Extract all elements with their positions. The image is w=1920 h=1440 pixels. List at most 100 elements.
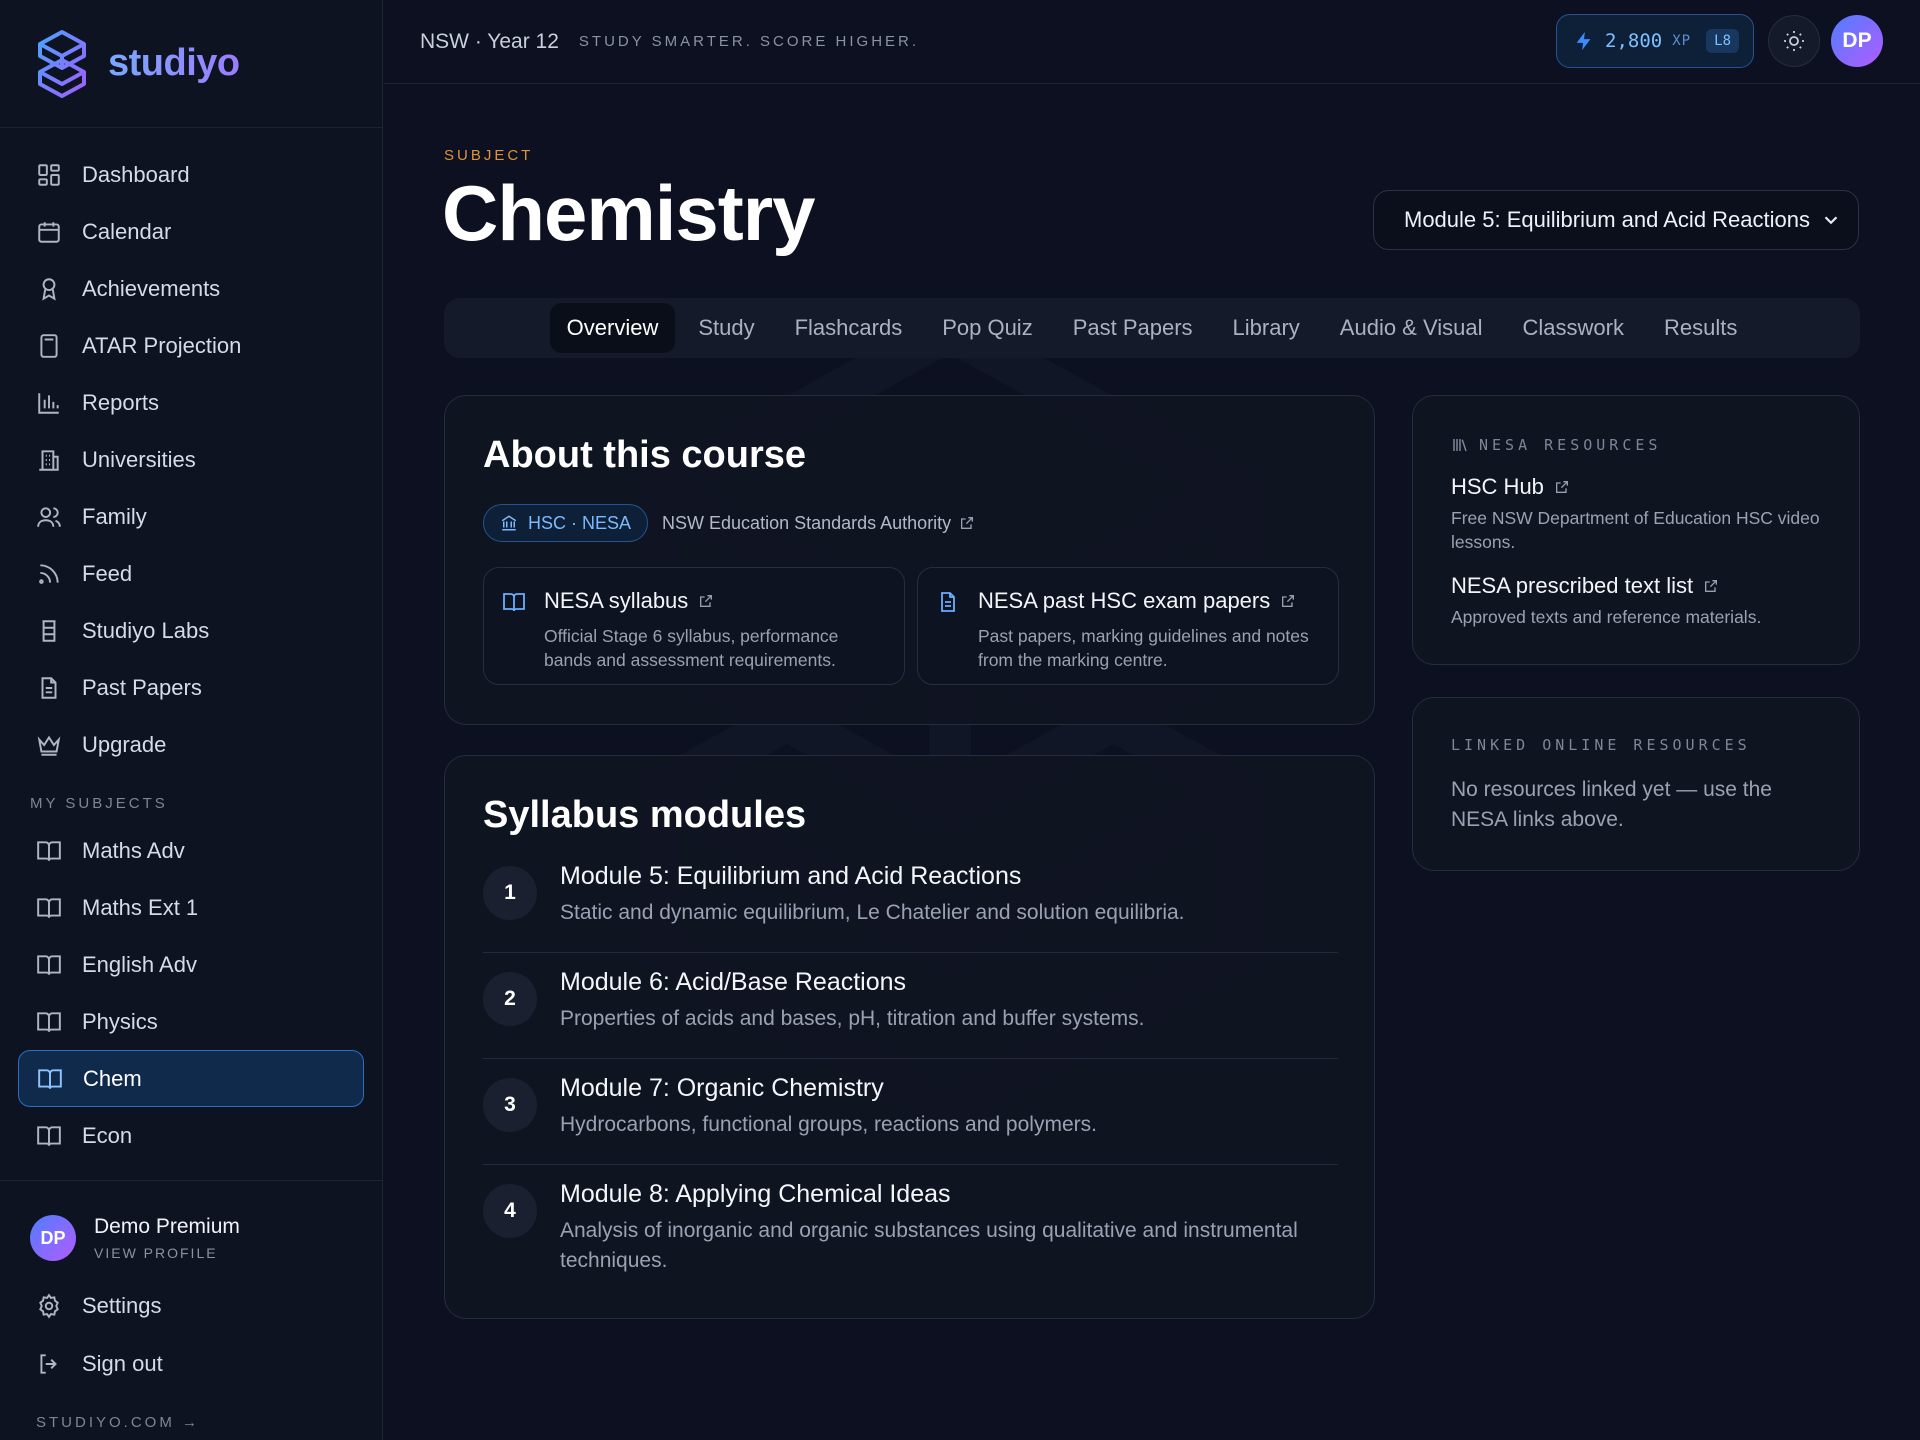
page-title: Chemistry	[442, 169, 815, 257]
tagline: STUDY SMARTER. SCORE HIGHER.	[578, 33, 920, 50]
sidebar: studiyo Dashboard Calendar Achievements …	[0, 0, 383, 1440]
book-open-icon	[503, 593, 525, 612]
rss-icon	[39, 563, 59, 584]
module-number: 1	[483, 866, 537, 920]
tab-audio-visual[interactable]: Audio & Visual	[1323, 303, 1500, 353]
sidebar-item-reports[interactable]: Reports	[18, 374, 364, 431]
sidebar-item-label: Studiyo Labs	[82, 617, 210, 643]
module-desc: Hydrocarbons, functional groups, reactio…	[560, 1113, 1097, 1136]
link-desc: Free NSW Department of Education HSC vid…	[1451, 508, 1820, 552]
link-title-text: NESA prescribed text list	[1451, 573, 1694, 598]
syllabus-modules-card: Syllabus modules 1 Module 5: Equilibrium…	[444, 755, 1375, 1319]
studiyo-logo-icon	[36, 29, 88, 99]
linked-resources-empty: No resources linked yet — use the NESA l…	[1451, 778, 1772, 831]
course-tags: HSC · NESA NSW Education Standards Autho…	[483, 504, 975, 542]
sidebar-item-dashboard[interactable]: Dashboard	[18, 146, 364, 203]
resource-title-text: NESA syllabus	[544, 588, 689, 613]
sidebar-item-label: Reports	[82, 389, 160, 415]
link-title: NESA prescribed text list	[1451, 573, 1831, 599]
about-course-card: About this course HSC · NESA NSW Educati…	[444, 395, 1375, 725]
users-icon	[37, 506, 61, 527]
nesa-resources-heading: NESA RESOURCES	[1451, 436, 1661, 454]
sidebar-subject-physics[interactable]: Physics	[18, 993, 364, 1050]
module-select[interactable]: Module 5: Equilibrium and Acid Reactions	[1373, 190, 1859, 250]
xp-badge[interactable]: 2,800 XP L8	[1556, 14, 1754, 68]
tab-library[interactable]: Library	[1216, 303, 1317, 353]
sidebar-subject-econ[interactable]: Econ	[18, 1107, 364, 1164]
settings-link[interactable]: Settings	[0, 1277, 382, 1335]
authority-link[interactable]: NSW Education Standards Authority	[662, 513, 975, 534]
site-link[interactable]: STUDIYO.COM →	[36, 1414, 200, 1431]
theme-toggle-button[interactable]	[1768, 15, 1820, 67]
module-number: 2	[483, 972, 537, 1026]
tab-pop-quiz[interactable]: Pop Quiz	[925, 303, 1050, 353]
resource-title: NESA past HSC exam papers	[978, 588, 1296, 614]
book-open-icon	[37, 1125, 61, 1146]
external-link-icon	[961, 517, 974, 529]
subject-tabs: Overview Study Flashcards Pop Quiz Past …	[444, 298, 1860, 358]
module-number: 4	[483, 1184, 537, 1238]
sidebar-item-atar-projection[interactable]: ATAR Projection	[18, 317, 364, 374]
modules-title: Syllabus modules	[483, 794, 807, 836]
nesa-text-list-link[interactable]: NESA prescribed text list Approved texts…	[1451, 573, 1831, 629]
sidebar-item-family[interactable]: Family	[18, 488, 364, 545]
book-open-icon	[37, 1011, 61, 1032]
external-link-icon	[1282, 595, 1295, 607]
sidebar-item-achievements[interactable]: Achievements	[18, 260, 364, 317]
sidebar-item-label: English Adv	[82, 951, 197, 977]
book-open-icon	[37, 954, 61, 975]
sidebar-item-label: Calendar	[82, 218, 172, 244]
module-divider	[483, 952, 1338, 953]
sidebar-item-calendar[interactable]: Calendar	[18, 203, 364, 260]
module-divider	[483, 1058, 1338, 1059]
link-title: HSC Hub	[1451, 474, 1831, 500]
tab-results[interactable]: Results	[1647, 303, 1754, 353]
sidebar-item-label: ATAR Projection	[82, 332, 242, 358]
sidebar-subject-chem[interactable]: Chem	[18, 1050, 364, 1107]
book-open-icon	[38, 1068, 62, 1089]
sidebar-item-universities[interactable]: Universities	[18, 431, 364, 488]
module-title: Module 5: Equilibrium and Acid Reactions	[560, 862, 1022, 890]
sidebar-item-feed[interactable]: Feed	[18, 545, 364, 602]
book-open-icon	[37, 897, 61, 918]
xp-unit: XP	[1672, 33, 1692, 49]
tab-past-papers[interactable]: Past Papers	[1056, 303, 1210, 353]
institution-icon	[501, 515, 517, 531]
sidebar-item-studiyo-labs[interactable]: Studiyo Labs	[18, 602, 364, 659]
tab-overview[interactable]: Overview	[549, 303, 676, 353]
sidebar-subject-maths-adv[interactable]: Maths Adv	[18, 822, 364, 879]
linked-resources-label: LINKED ONLINE RESOURCES	[1451, 736, 1751, 754]
module-title: Module 8: Applying Chemical Ideas	[560, 1180, 951, 1208]
sign-out-button[interactable]: Sign out	[0, 1335, 382, 1393]
sidebar-item-label: Feed	[82, 560, 133, 586]
sign-out-label: Sign out	[82, 1351, 163, 1376]
bar-chart-icon	[38, 392, 59, 414]
brand[interactable]: studiyo	[0, 0, 382, 128]
nesa-resources-card: NESA RESOURCES HSC Hub Free NSW Departme…	[1412, 395, 1860, 665]
sidebar-subject-maths-ext-1[interactable]: Maths Ext 1	[18, 879, 364, 936]
sidebar-item-past-papers[interactable]: Past Papers	[18, 659, 364, 716]
sidebar-footer: DP Demo Premium VIEW PROFILE Settings Si…	[0, 1180, 382, 1393]
nesa-past-papers-link[interactable]: NESA past HSC exam papers Past papers, m…	[917, 567, 1339, 685]
profile-link[interactable]: DP Demo Premium VIEW PROFILE	[0, 1181, 382, 1261]
resource-title-text: NESA past HSC exam papers	[978, 588, 1271, 613]
resource-desc: Past papers, marking guidelines and note…	[978, 626, 1309, 670]
nesa-syllabus-link[interactable]: NESA syllabus Official Stage 6 syllabus,…	[483, 567, 905, 685]
sidebar-item-upgrade[interactable]: Upgrade	[18, 716, 364, 773]
user-avatar-button[interactable]: DP	[1831, 15, 1883, 67]
hsc-nesa-chip: HSC · NESA	[483, 504, 649, 542]
view-profile-label: VIEW PROFILE	[94, 1245, 218, 1261]
sidebar-item-label: Family	[82, 503, 147, 529]
module-desc: Properties of acids and bases, pH, titra…	[560, 1007, 1145, 1030]
calendar-icon	[38, 221, 60, 243]
document-icon	[41, 676, 57, 699]
tab-flashcards[interactable]: Flashcards	[778, 303, 920, 353]
region-label: NSW · Year 12	[420, 29, 559, 53]
tab-classwork[interactable]: Classwork	[1506, 303, 1641, 353]
resource-desc: Official Stage 6 syllabus, performance b…	[544, 626, 839, 670]
brand-name: studiyo	[108, 42, 240, 84]
tab-study[interactable]: Study	[681, 303, 771, 353]
sidebar-subject-english-adv[interactable]: English Adv	[18, 936, 364, 993]
hsc-nesa-label: HSC · NESA	[528, 512, 632, 533]
hsc-hub-link[interactable]: HSC Hub Free NSW Department of Education…	[1451, 474, 1831, 554]
